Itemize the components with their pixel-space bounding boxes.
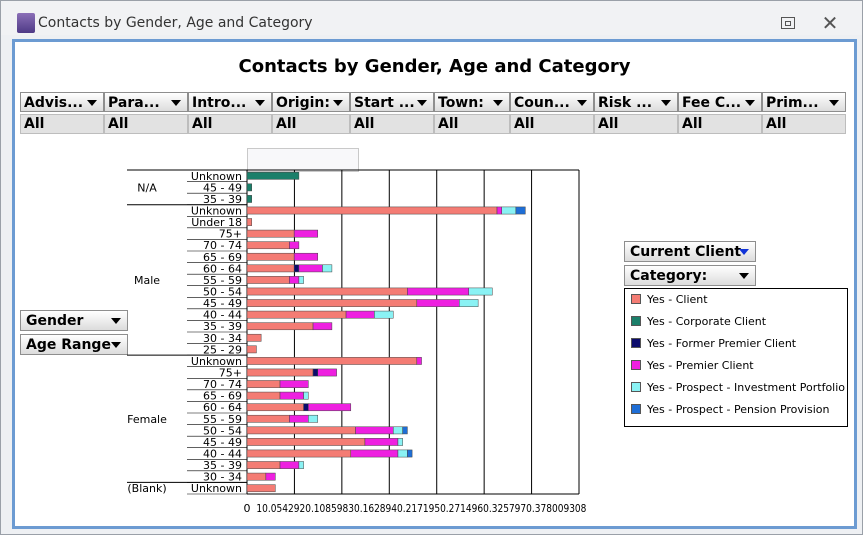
bar-segment [246, 426, 356, 435]
group-label: Male [134, 274, 160, 287]
window-title: Contacts by Gender, Age and Category [38, 15, 313, 31]
bar-segment [246, 333, 262, 342]
group-label: N/A [137, 181, 157, 194]
bar-segment [246, 276, 290, 284]
bar-segment [298, 276, 304, 284]
bar-segment [246, 171, 300, 180]
bar-segment [308, 414, 319, 423]
bar-segment [279, 391, 304, 400]
bar-segment [279, 380, 309, 388]
bar-segment [289, 241, 300, 250]
bar-segment [345, 310, 375, 319]
bar-segment [293, 229, 319, 238]
bar-segment [397, 449, 408, 458]
bar-segment [397, 438, 403, 446]
bar-segment [246, 183, 252, 192]
chart-window: Contacts by Gender, Age and Category ✕ C… [0, 0, 863, 535]
bar-segment [312, 368, 319, 377]
bar-segment [246, 218, 252, 226]
group-label: Female [127, 413, 167, 426]
bar-segment [279, 461, 300, 469]
chart-panel: Contacts by Gender, Age and Category Adv… [12, 39, 857, 529]
bar-segment [402, 426, 408, 435]
bar-segment [246, 449, 352, 458]
bar-segment [468, 287, 493, 296]
bar-segment [303, 391, 309, 400]
bar-segment [312, 322, 333, 331]
restore-button[interactable] [777, 12, 799, 34]
bar-segment [416, 357, 422, 365]
bar-segment [501, 206, 517, 215]
app-icon [17, 13, 35, 33]
bar-segment [298, 461, 304, 469]
bar-segment [246, 322, 314, 331]
bar-segment [289, 414, 309, 423]
bar-segment [246, 438, 366, 446]
bar-segment [246, 241, 290, 250]
bar-segment [515, 206, 526, 215]
bar-segment [246, 310, 347, 319]
bar-segment [246, 229, 295, 238]
bar-segment [317, 368, 337, 377]
bar-segment [246, 206, 498, 215]
bar-segment [364, 438, 399, 446]
bar-segment [265, 472, 276, 481]
close-button[interactable]: ✕ [819, 12, 841, 34]
bar-segment [303, 403, 309, 412]
bar-segment [246, 380, 281, 388]
bar-segment [246, 299, 418, 307]
bar-segment [246, 484, 276, 493]
bar-segment [298, 264, 323, 273]
bar-segment [246, 472, 267, 481]
bar-segment [246, 403, 304, 412]
bar-segment [322, 264, 333, 273]
bar-segment [246, 287, 408, 296]
group-label: (Blank) [127, 482, 166, 495]
bar-segment [293, 264, 300, 273]
bar-segment [246, 414, 290, 423]
bar-segment [246, 264, 295, 273]
bar-segment [355, 426, 394, 435]
bar-segment [246, 195, 252, 203]
bar-segment [246, 368, 314, 377]
x-tick-label: 0 [244, 502, 251, 515]
bar-chart: Unknown45 - 4935 - 39UnknownUnder 1875+7… [127, 169, 586, 515]
bar-segment [392, 426, 403, 435]
bar-segment [246, 345, 257, 354]
bar-segment [246, 252, 295, 261]
bar-segment [293, 252, 319, 261]
bar-segment [416, 299, 460, 307]
bar-segment [246, 391, 281, 400]
bar-segment [289, 276, 300, 284]
bar-segment [246, 357, 418, 365]
bar-segment [350, 449, 399, 458]
bar-segment [496, 206, 502, 215]
bar-segment [407, 287, 469, 296]
x-tick-label: 10.0542920.10859830.1628940.2171950.2714… [256, 502, 586, 515]
y-tick-label: Unknown [191, 482, 242, 495]
bar-segment [407, 449, 413, 458]
title-bar: Contacts by Gender, Age and Category ✕ [1, 1, 862, 35]
bar-segment [374, 310, 394, 319]
bar-segment [246, 461, 281, 469]
bar-segment [308, 403, 352, 412]
bar-segment [459, 299, 479, 307]
